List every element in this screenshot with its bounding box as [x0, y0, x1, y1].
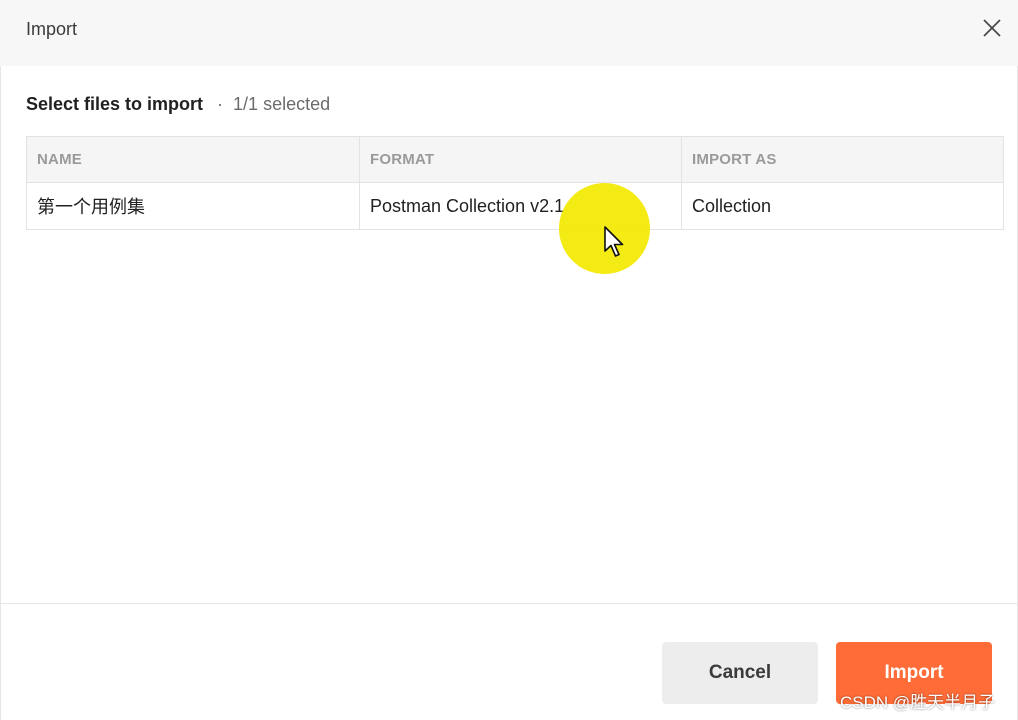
select-files-label: Select files to import — [26, 94, 204, 114]
column-header-import-as: IMPORT AS — [692, 151, 777, 168]
file-name-cell: 第一个用例集 — [27, 183, 360, 229]
close-icon — [982, 18, 1002, 43]
mouse-pointer-icon — [603, 225, 625, 259]
file-format-cell: Postman Collection v2.1 — [360, 183, 682, 229]
files-table: NAME FORMAT IMPORT AS 第一个用例集 Postman Col… — [26, 136, 1004, 230]
footer-divider — [0, 603, 1018, 604]
watermark: CSDN @胜天半月子 — [840, 693, 996, 712]
selected-count: 1/1 selected — [233, 94, 331, 114]
cancel-button[interactable]: Cancel — [662, 642, 818, 704]
dialog-title: Import — [26, 19, 78, 39]
table-row[interactable]: 第一个用例集 Postman Collection v2.1 Collectio… — [27, 183, 1003, 229]
column-header-format: FORMAT — [360, 137, 682, 182]
dialog-header: Import — [0, 0, 1018, 66]
close-button[interactable] — [976, 14, 1008, 46]
separator-dot: · — [217, 94, 224, 114]
table-header-row: NAME FORMAT IMPORT AS — [27, 137, 1003, 183]
dialog-left-border — [0, 66, 1, 720]
column-header-name: NAME — [27, 137, 360, 182]
import-as-cell[interactable]: Collection — [682, 183, 1003, 229]
selection-summary: Select files to import · 1/1 selected — [26, 94, 330, 115]
import-dialog: Import Select files to import · 1/1 select… — [0, 0, 1018, 720]
